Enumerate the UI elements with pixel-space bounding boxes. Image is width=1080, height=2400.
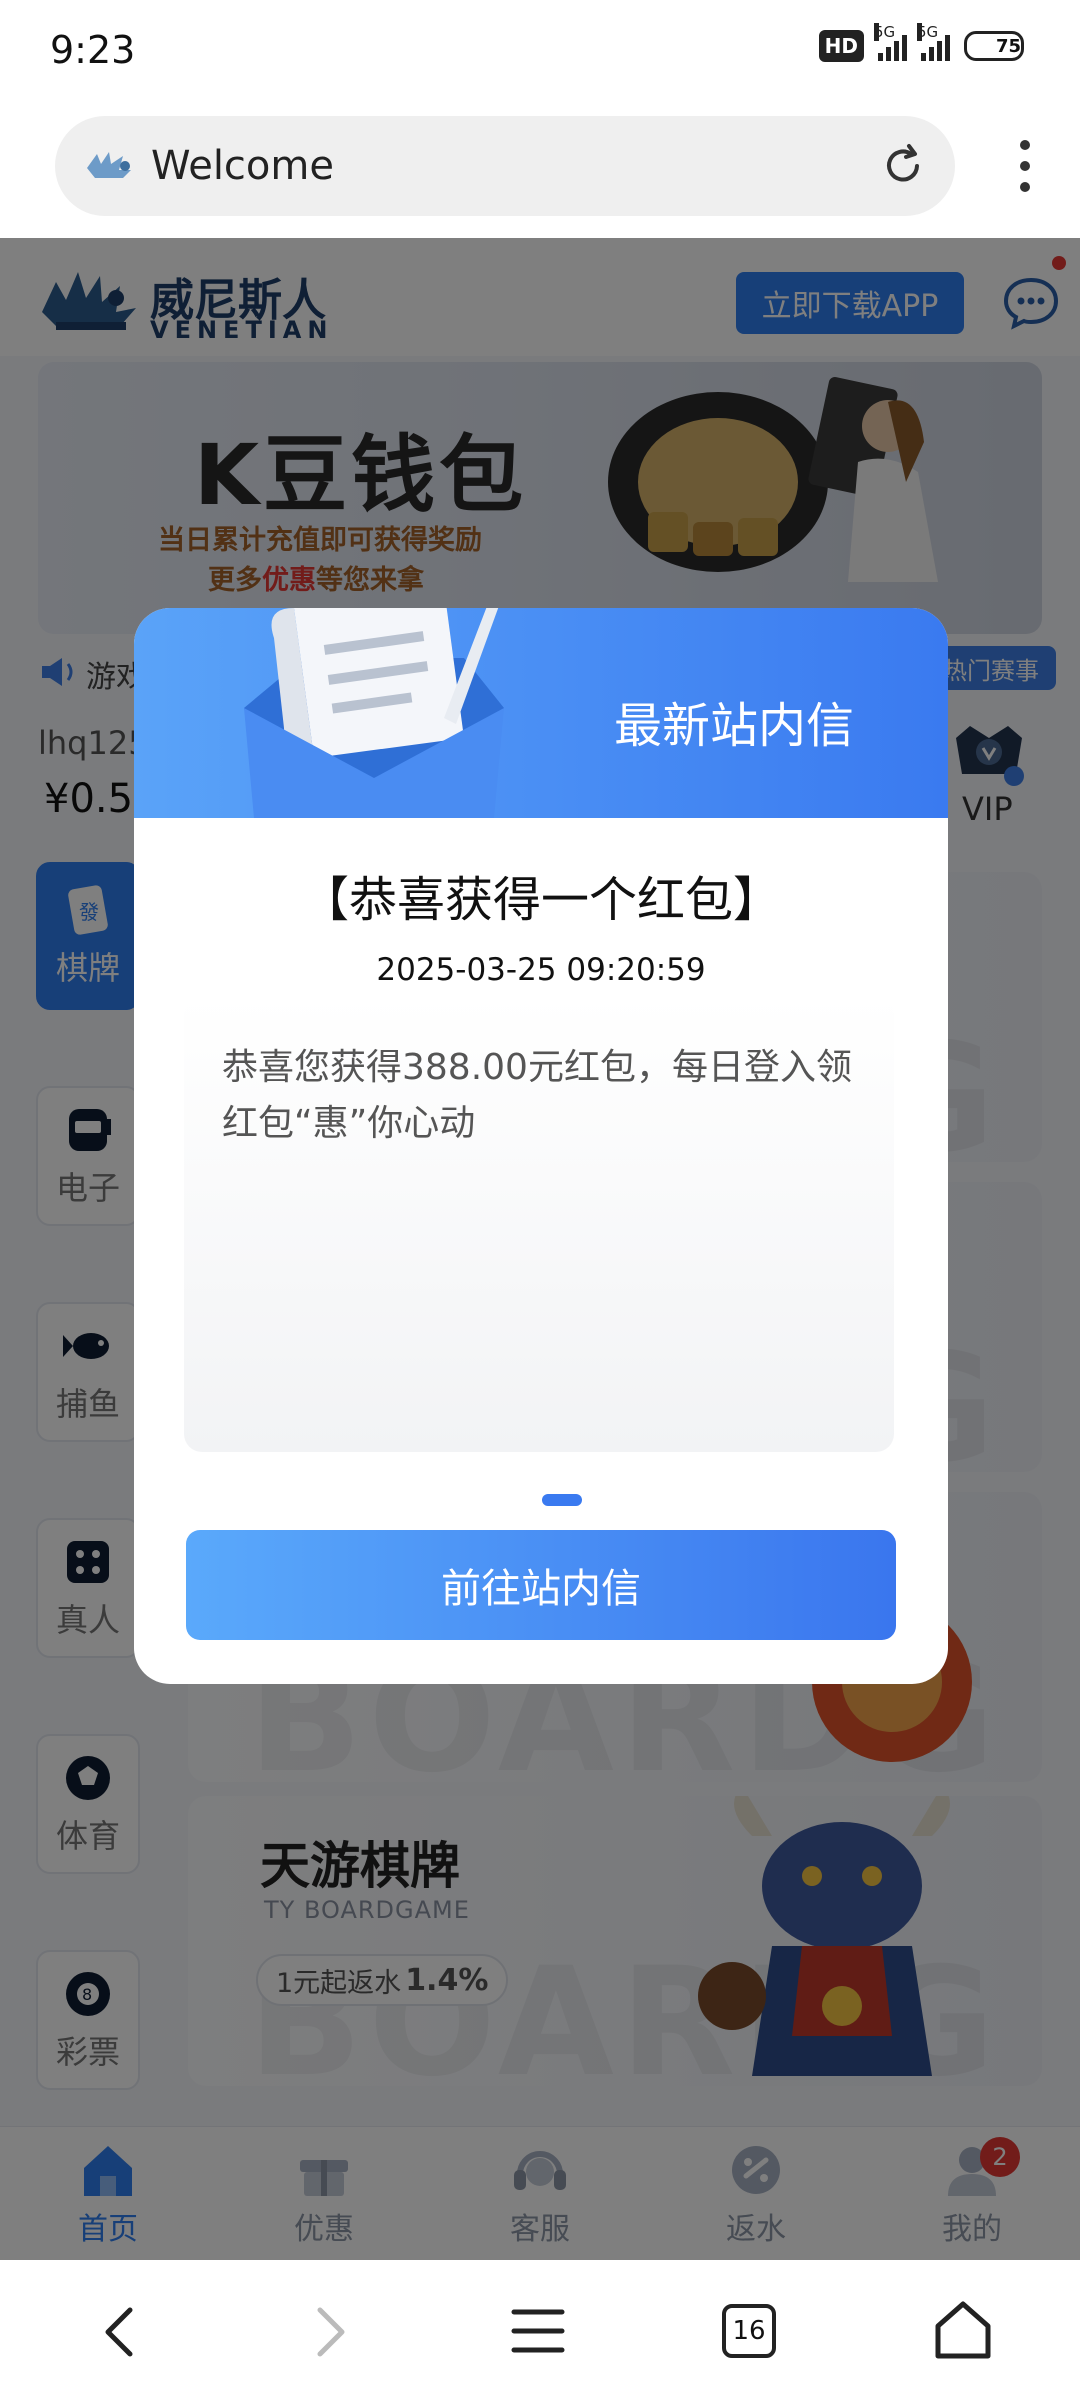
winged-lion-icon	[87, 152, 131, 178]
forward-icon[interactable]	[304, 2304, 354, 2360]
back-icon[interactable]	[96, 2304, 146, 2360]
signal-icon-sim2: 5G	[917, 23, 950, 61]
status-icons: HD 5G 5G 75	[818, 23, 1024, 62]
battery-percent: 75	[995, 35, 1021, 57]
status-time: 9:23	[50, 28, 136, 72]
browser-bottom-nav: 16	[0, 2260, 1080, 2400]
message-body: 恭喜您获得388.00元红包，每日登入领红包“惠”你心动	[184, 996, 894, 1452]
modal-header: 最新站内信	[134, 608, 948, 818]
message-timestamp: 2025-03-25 09:20:59	[376, 952, 706, 988]
envelope-letter-icon	[244, 608, 504, 818]
status-bar: 9:23 HD 5G 5G 75	[0, 0, 1080, 108]
tabs-counter[interactable]: 16	[722, 2304, 776, 2358]
browser-toolbar: Welcome	[0, 108, 1080, 238]
modal-title: 最新站内信	[614, 698, 855, 754]
sim1-network-label: 5G	[874, 23, 896, 41]
go-to-inbox-button[interactable]: 前往站内信	[186, 1530, 896, 1640]
battery-icon: 75	[964, 31, 1024, 61]
message-title: 【恭喜获得一个红包】	[300, 872, 781, 928]
sim2-network-label: 5G	[917, 23, 939, 41]
pagination-indicator	[542, 1494, 582, 1506]
address-bar[interactable]: Welcome	[55, 116, 955, 216]
more-vertical-icon[interactable]	[1000, 134, 1050, 198]
signal-icon-sim1: 5G	[874, 23, 907, 61]
reload-icon[interactable]	[879, 142, 927, 190]
hamburger-menu-icon[interactable]	[510, 2306, 566, 2356]
hd-voice-icon: HD	[818, 30, 864, 62]
inbox-message-modal: 最新站内信 【恭喜获得一个红包】 2025-03-25 09:20:59 恭喜您…	[134, 608, 948, 1684]
home-icon[interactable]	[930, 2298, 996, 2362]
address-text: Welcome	[151, 143, 334, 189]
